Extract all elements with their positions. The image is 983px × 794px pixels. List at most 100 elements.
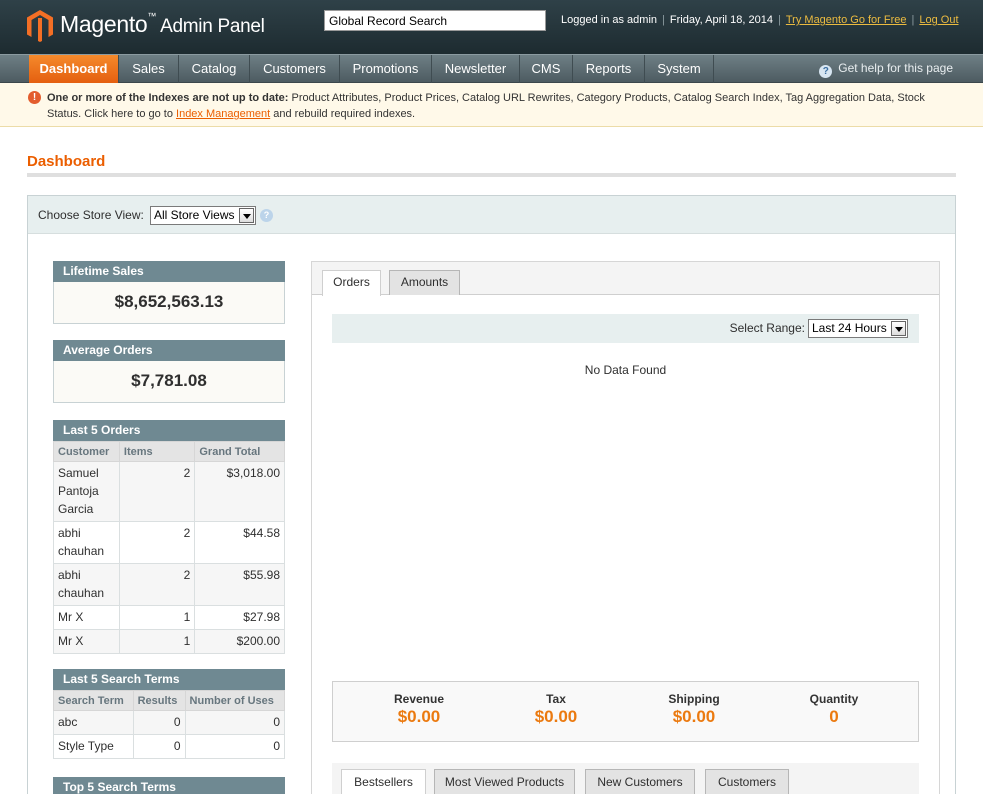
header-links: Logged in as admin | Friday, April 18, 201… bbox=[561, 14, 959, 26]
global-search-input[interactable] bbox=[324, 10, 546, 31]
lifetime-sales-title: Lifetime Sales bbox=[53, 261, 285, 282]
chart-panel: Orders Amounts Select Range: Last 24 Hou… bbox=[311, 261, 940, 794]
store-view-bar: Choose Store View: All Store Views ? bbox=[28, 196, 955, 234]
select-range-value: Last 24 Hours bbox=[812, 321, 887, 335]
tab-customers[interactable]: Customers bbox=[705, 769, 789, 794]
order-customer: Samuel Pantoja Garcia bbox=[53, 461, 120, 522]
search-results: 0 bbox=[132, 734, 186, 759]
logo-sub: Admin Panel bbox=[160, 16, 265, 37]
nav-cms[interactable]: CMS bbox=[520, 55, 573, 83]
last-search-title: Last 5 Search Terms bbox=[53, 669, 285, 690]
nav-newsletter[interactable]: Newsletter bbox=[432, 55, 520, 83]
order-items: 2 bbox=[118, 461, 196, 522]
store-view-select[interactable]: All Store Views bbox=[150, 206, 256, 225]
column-header-results[interactable]: Results bbox=[132, 690, 186, 711]
nav-dashboard[interactable]: Dashboard bbox=[29, 55, 119, 83]
table-row[interactable]: abc 0 0 bbox=[53, 710, 286, 735]
order-total: $55.98 bbox=[194, 563, 285, 606]
table-row[interactable]: Samuel Pantoja Garcia 2 $3,018.00 bbox=[53, 461, 285, 522]
nav-promotions[interactable]: Promotions bbox=[340, 55, 432, 83]
nav-system[interactable]: System bbox=[645, 55, 714, 83]
header: Magento™Admin Panel Logged in as admin|F… bbox=[0, 0, 983, 54]
order-items: 2 bbox=[118, 521, 196, 564]
try-magento-go-link[interactable]: Try Magento Go for Free bbox=[786, 14, 907, 26]
total-value: $0.00 bbox=[534, 707, 578, 726]
logo-text[interactable]: Magento™ Admin Panel bbox=[60, 11, 265, 38]
average-orders-title: Average Orders bbox=[53, 340, 285, 361]
column-header-customer[interactable]: Customer bbox=[53, 441, 120, 462]
chevron-down-icon bbox=[239, 208, 254, 223]
order-customer: abhi chauhan bbox=[53, 521, 120, 564]
table-row[interactable]: Mr X 1 $200.00 bbox=[53, 629, 285, 654]
order-items: 1 bbox=[118, 629, 196, 654]
order-customer: Mr X bbox=[53, 629, 120, 654]
table-row[interactable]: abhi chauhan 2 $55.98 bbox=[53, 563, 285, 606]
nav-customers[interactable]: Customers bbox=[250, 55, 340, 83]
order-customer: abhi chauhan bbox=[53, 563, 120, 606]
average-orders-value: $7,781.08 bbox=[53, 361, 285, 403]
table-row[interactable]: abhi chauhan 2 $44.58 bbox=[53, 521, 285, 564]
tab-amounts[interactable]: Amounts bbox=[389, 270, 460, 295]
nav-sales[interactable]: Sales bbox=[119, 55, 179, 83]
order-total: $3,018.00 bbox=[194, 461, 285, 522]
store-view-help-icon[interactable]: ? bbox=[260, 209, 273, 222]
chart-tabs: Orders Amounts bbox=[312, 262, 939, 296]
total-label: Revenue bbox=[393, 692, 445, 706]
search-uses: 0 bbox=[184, 710, 286, 735]
order-items: 2 bbox=[118, 563, 196, 606]
logout-link[interactable]: Log Out bbox=[919, 14, 958, 26]
column-header-search-term[interactable]: Search Term bbox=[53, 690, 134, 711]
order-items: 1 bbox=[118, 605, 196, 630]
index-notice: ! One or more of the Indexes are not up … bbox=[0, 83, 983, 127]
total-shipping: Shipping $0.00 bbox=[624, 692, 764, 727]
chevron-down-icon bbox=[891, 321, 906, 336]
nav-catalog[interactable]: Catalog bbox=[179, 55, 250, 83]
order-total: $27.98 bbox=[194, 605, 285, 630]
no-data-message: No Data Found bbox=[584, 363, 667, 377]
column-header-number-of-uses[interactable]: Number of Uses bbox=[184, 690, 286, 711]
last-orders-title: Last 5 Orders bbox=[53, 420, 285, 441]
tab-orders[interactable]: Orders bbox=[322, 270, 381, 296]
header-date: Friday, April 18, 2014 bbox=[669, 14, 774, 26]
column-header-grand-total[interactable]: Grand Total bbox=[194, 441, 285, 462]
magento-logo-icon[interactable] bbox=[27, 10, 53, 42]
total-quantity: Quantity 0 bbox=[764, 692, 904, 727]
select-range-label: Select Range: bbox=[729, 321, 805, 335]
index-management-link[interactable]: Index Management bbox=[176, 108, 270, 120]
help-link-label: Get help for this page bbox=[838, 61, 953, 75]
order-total: $44.58 bbox=[194, 521, 285, 564]
help-link[interactable]: ? Get help for this page bbox=[819, 61, 953, 78]
notice-tail: and rebuild required indexes. bbox=[270, 108, 416, 120]
store-view-value: All Store Views bbox=[154, 208, 235, 222]
main-nav: Dashboard Sales Catalog Customers Promot… bbox=[0, 54, 983, 83]
logged-in-text: Logged in as admin bbox=[561, 14, 658, 26]
total-value: $0.00 bbox=[672, 707, 716, 726]
table-row[interactable]: Style Type 0 0 bbox=[53, 734, 286, 759]
range-bar: Select Range: Last 24 Hours bbox=[332, 314, 919, 343]
search-uses: 0 bbox=[184, 734, 286, 759]
tab-most-viewed-products[interactable]: Most Viewed Products bbox=[434, 769, 575, 794]
lifetime-sales-value: $8,652,563.13 bbox=[53, 282, 285, 324]
nav-reports[interactable]: Reports bbox=[573, 55, 645, 83]
top-search-title: Top 5 Search Terms bbox=[53, 777, 285, 794]
help-icon: ? bbox=[819, 65, 833, 78]
select-range-dropdown[interactable]: Last 24 Hours bbox=[808, 319, 908, 338]
notice-bold: One or more of the Indexes are not up to… bbox=[47, 92, 289, 104]
order-total: $200.00 bbox=[194, 629, 285, 654]
search-term: abc bbox=[53, 710, 134, 735]
error-icon: ! bbox=[28, 91, 41, 104]
grid-tabs: Bestsellers Most Viewed Products New Cus… bbox=[332, 763, 919, 794]
table-row[interactable]: Mr X 1 $27.98 bbox=[53, 605, 285, 630]
tab-new-customers[interactable]: New Customers bbox=[585, 769, 695, 794]
title-divider bbox=[27, 173, 956, 177]
search-results: 0 bbox=[132, 710, 186, 735]
column-header-items[interactable]: Items bbox=[118, 441, 196, 462]
totals-bar: Revenue $0.00 Tax $0.00 Shipping $0.00 Q… bbox=[332, 681, 919, 742]
tab-bestsellers[interactable]: Bestsellers bbox=[341, 769, 426, 794]
total-value: 0 bbox=[829, 707, 839, 726]
last-search-table: Search Term Results Number of Uses abc 0 0… bbox=[53, 690, 286, 759]
total-revenue: Revenue $0.00 bbox=[349, 692, 489, 727]
total-label: Shipping bbox=[668, 692, 720, 706]
last-orders-table: Customer Items Grand Total Samuel Pantoj… bbox=[53, 441, 285, 654]
total-tax: Tax $0.00 bbox=[486, 692, 626, 727]
